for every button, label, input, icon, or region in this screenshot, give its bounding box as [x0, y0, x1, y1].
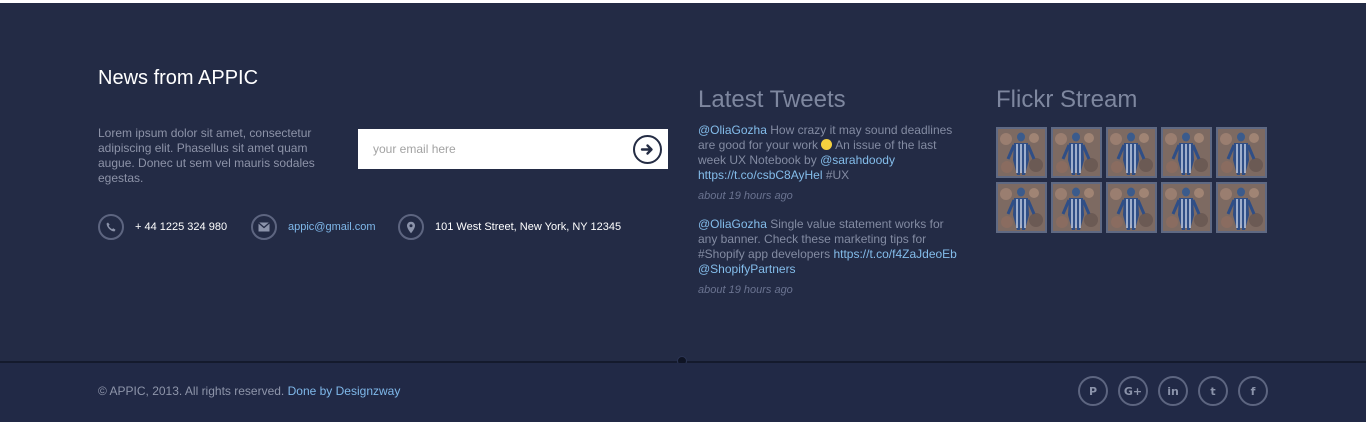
- tweet-mention-link[interactable]: @sarahdoody: [820, 153, 895, 167]
- flickr-thumbnail[interactable]: [1216, 182, 1267, 233]
- copyright: © APPIC, 2013. All rights reserved. Done…: [98, 384, 400, 398]
- copyright-text: © APPIC, 2013. All rights reserved.: [98, 384, 285, 398]
- google-plus-icon: G+: [1123, 384, 1143, 398]
- facebook-button[interactable]: f: [1238, 376, 1268, 406]
- pinterest-button[interactable]: P: [1078, 376, 1108, 406]
- flickr-thumbnail[interactable]: [996, 182, 1047, 233]
- address-text: 101 West Street, New York, NY 12345: [435, 221, 622, 233]
- tweet-item: @OliaGozha How crazy it may sound deadli…: [698, 123, 964, 183]
- social-links: P G+ in t f: [1078, 376, 1268, 406]
- newsletter-title: News from APPIC: [98, 67, 259, 89]
- tweet-user-link[interactable]: @OliaGozha: [698, 123, 767, 137]
- phone-number: + 44 1225 324 980: [135, 221, 228, 233]
- flickr-grid: [996, 127, 1271, 233]
- pinterest-icon: P: [1088, 384, 1098, 398]
- tweet-time: about 19 hours ago: [698, 190, 793, 202]
- tweet-user-link[interactable]: @OliaGozha: [698, 217, 767, 231]
- email-input[interactable]: [358, 129, 618, 169]
- flickr-thumbnail[interactable]: [1106, 127, 1157, 178]
- flickr-thumbnail[interactable]: [1051, 127, 1102, 178]
- newsletter-form: [358, 129, 668, 169]
- tweet-hashtag: #UX: [822, 168, 850, 182]
- arrow-right-icon: [640, 144, 653, 155]
- envelope-icon: [251, 214, 277, 240]
- contact-phone: + 44 1225 324 980: [98, 214, 227, 240]
- flickr-thumbnail[interactable]: [1216, 127, 1267, 178]
- tweet-url-link[interactable]: https://t.co/f4ZaJdeoEb: [833, 247, 956, 261]
- flickr-thumbnail[interactable]: [1106, 182, 1157, 233]
- facebook-icon: f: [1250, 384, 1256, 398]
- twitter-icon: t: [1210, 384, 1216, 398]
- phone-icon: [98, 214, 124, 240]
- location-pin-icon: [398, 214, 424, 240]
- tweet-time: about 19 hours ago: [698, 284, 793, 296]
- linkedin-button[interactable]: in: [1158, 376, 1188, 406]
- google-plus-button[interactable]: G+: [1118, 376, 1148, 406]
- flickr-thumbnail[interactable]: [1161, 182, 1212, 233]
- flickr-thumbnail[interactable]: [1051, 182, 1102, 233]
- newsletter-description: Lorem ipsum dolor sit amet, consectetur …: [98, 126, 315, 185]
- flickr-thumbnail[interactable]: [1161, 127, 1212, 178]
- latest-tweets-title: Latest Tweets: [698, 86, 846, 113]
- contact-email: appic@gmail.com: [251, 214, 376, 240]
- email-link[interactable]: appic@gmail.com: [288, 221, 376, 233]
- tweet-mention-link[interactable]: @ShopifyPartners: [698, 262, 796, 276]
- contact-address: 101 West Street, New York, NY 12345: [398, 214, 621, 240]
- subscribe-button[interactable]: [633, 135, 662, 164]
- flickr-thumbnail[interactable]: [996, 127, 1047, 178]
- credit-link[interactable]: Done by Designzway: [288, 384, 401, 398]
- twitter-button[interactable]: t: [1198, 376, 1228, 406]
- tweet-item: @OliaGozha Single value statement works …: [698, 217, 964, 277]
- linkedin-icon: in: [1167, 384, 1179, 398]
- flickr-stream-title: Flickr Stream: [996, 86, 1138, 113]
- tweet-url-link[interactable]: https://t.co/csbC8AyHel: [698, 168, 823, 182]
- emoji-icon: [821, 139, 833, 150]
